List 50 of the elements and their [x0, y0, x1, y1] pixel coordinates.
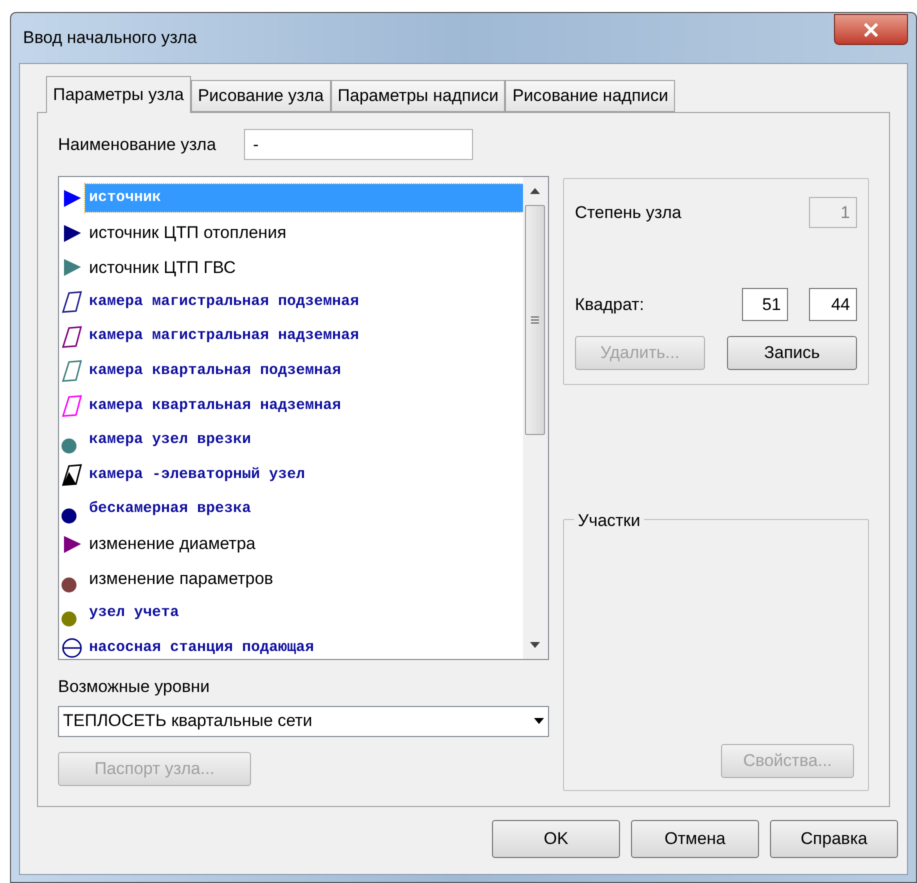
dot-icon — [61, 438, 77, 454]
scroll-thumb[interactable] — [525, 205, 546, 435]
triangle-icon — [61, 256, 83, 278]
input-field[interactable]: 44 — [809, 288, 857, 321]
list-item[interactable]: насосная станция подающая — [59, 630, 523, 659]
field-label: Степень узла — [574, 202, 682, 224]
window-title: Ввод начального узла — [23, 27, 197, 50]
triangle-icon — [61, 187, 83, 210]
dot-icon — [61, 576, 77, 593]
list-item[interactable]: камера -элеваторный узел — [59, 458, 523, 492]
list-item[interactable]: узел учета — [59, 596, 523, 631]
field-label: Возможные уровни — [58, 676, 211, 698]
dot-icon — [61, 611, 77, 628]
input-field[interactable]: 51 — [742, 288, 788, 321]
list-item[interactable]: камера узел врезки — [59, 423, 523, 458]
list-item[interactable]: камера магистральная подземная — [59, 284, 523, 320]
list-item[interactable]: источник ЦТП отопления — [59, 216, 523, 250]
grip-icon — [530, 316, 540, 324]
elevator-icon — [61, 464, 83, 486]
scrollbar[interactable] — [522, 177, 548, 659]
tab[interactable]: Параметры надписи — [330, 80, 506, 112]
tab[interactable]: Параметры узла — [46, 76, 191, 113]
save-button[interactable]: Запись — [727, 336, 857, 370]
dropdown-arrow-icon — [532, 717, 545, 725]
field-label: Наименование узла — [58, 134, 216, 156]
scroll-down-icon — [529, 641, 542, 649]
parallelogram-icon — [61, 291, 83, 314]
close-button[interactable] — [834, 14, 908, 45]
field-label: Квадрат: — [574, 294, 646, 316]
dot-icon — [61, 508, 77, 524]
list-item[interactable]: источник ЦТП ГВС — [59, 250, 523, 285]
parallelogram-icon — [61, 326, 83, 348]
list-item[interactable]: изменение диаметра — [59, 526, 523, 562]
list-item[interactable]: камера квартальная подземная — [59, 354, 523, 389]
list-item[interactable]: изменение параметров — [59, 562, 523, 596]
levels-dropdown[interactable]: ТЕПЛОСЕТЬ квартальные сети — [58, 706, 549, 736]
dialog-button[interactable]: OK — [492, 820, 620, 858]
triangle-icon — [61, 533, 83, 556]
parallelogram-icon — [61, 360, 83, 382]
list-item[interactable]: камера магистральная надземная — [59, 319, 523, 354]
tab[interactable]: Рисование надписи — [505, 80, 676, 112]
scroll-up-icon — [529, 187, 542, 195]
tab[interactable]: Рисование узла — [190, 80, 331, 112]
dialog-button[interactable]: Справка — [770, 820, 898, 858]
parallelogram-icon — [61, 394, 83, 417]
input-field[interactable]: - — [244, 129, 474, 160]
dialog-button[interactable]: Отмена — [631, 820, 759, 858]
list-item[interactable]: бескамерная врезка — [59, 492, 523, 527]
list-item[interactable]: камера квартальная надземная — [59, 388, 523, 424]
close-icon — [863, 22, 879, 36]
